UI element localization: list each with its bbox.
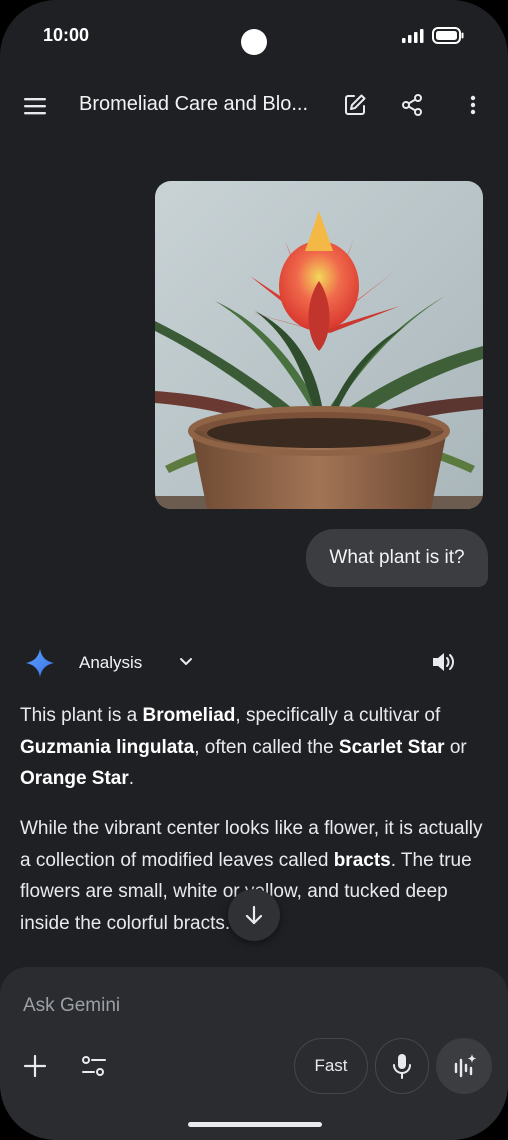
- edit-icon: [345, 94, 366, 115]
- ask-gemini-input[interactable]: Ask Gemini: [23, 995, 120, 1017]
- live-sparkle-icon: [454, 1054, 477, 1078]
- microphone-icon: [393, 1054, 411, 1079]
- user-message-bubble: What plant is it?: [306, 529, 488, 587]
- arrow-down-icon: [245, 905, 263, 925]
- home-indicator[interactable]: [188, 1122, 322, 1127]
- user-message-text: What plant is it?: [329, 547, 465, 568]
- read-aloud-button[interactable]: [430, 650, 456, 674]
- share-icon: [402, 94, 422, 116]
- status-time: 10:00: [43, 25, 90, 45]
- menu-icon: [24, 98, 46, 115]
- chevron-down-icon: [180, 658, 192, 665]
- phone-screen: 10:00 Bromeliad Care and Blo... What pla…: [0, 0, 508, 1140]
- plus-icon: [23, 1054, 47, 1078]
- live-voice-button[interactable]: [436, 1038, 492, 1094]
- answer-paragraph-1: This plant is a Bromeliad, specifically …: [20, 705, 467, 789]
- more-vert-icon: [470, 95, 476, 115]
- add-attachment-button[interactable]: [22, 1053, 48, 1079]
- analysis-expand-button[interactable]: [176, 652, 196, 672]
- tools-button[interactable]: [80, 1053, 108, 1079]
- uploaded-plant-image[interactable]: [155, 181, 483, 509]
- signal-icon: [402, 29, 424, 43]
- battery-icon: [432, 27, 464, 44]
- chat-title[interactable]: Bromeliad Care and Blo...: [79, 93, 308, 116]
- camera-cutout: [241, 29, 267, 55]
- menu-button[interactable]: [20, 92, 50, 120]
- speaker-icon: [433, 653, 454, 671]
- gemini-spark-icon: [26, 649, 54, 677]
- share-button[interactable]: [399, 92, 425, 118]
- more-options-button[interactable]: [460, 92, 486, 118]
- scroll-to-bottom-button[interactable]: [228, 889, 280, 941]
- tune-icon: [82, 1056, 106, 1076]
- analysis-mode-label[interactable]: Analysis: [79, 653, 142, 673]
- model-selector-button[interactable]: Fast: [294, 1038, 368, 1094]
- status-bar: 10:00: [0, 0, 508, 72]
- microphone-button[interactable]: [375, 1038, 429, 1094]
- edit-button[interactable]: [342, 92, 368, 118]
- model-selector-label: Fast: [314, 1056, 348, 1075]
- composer-panel: [0, 967, 508, 1140]
